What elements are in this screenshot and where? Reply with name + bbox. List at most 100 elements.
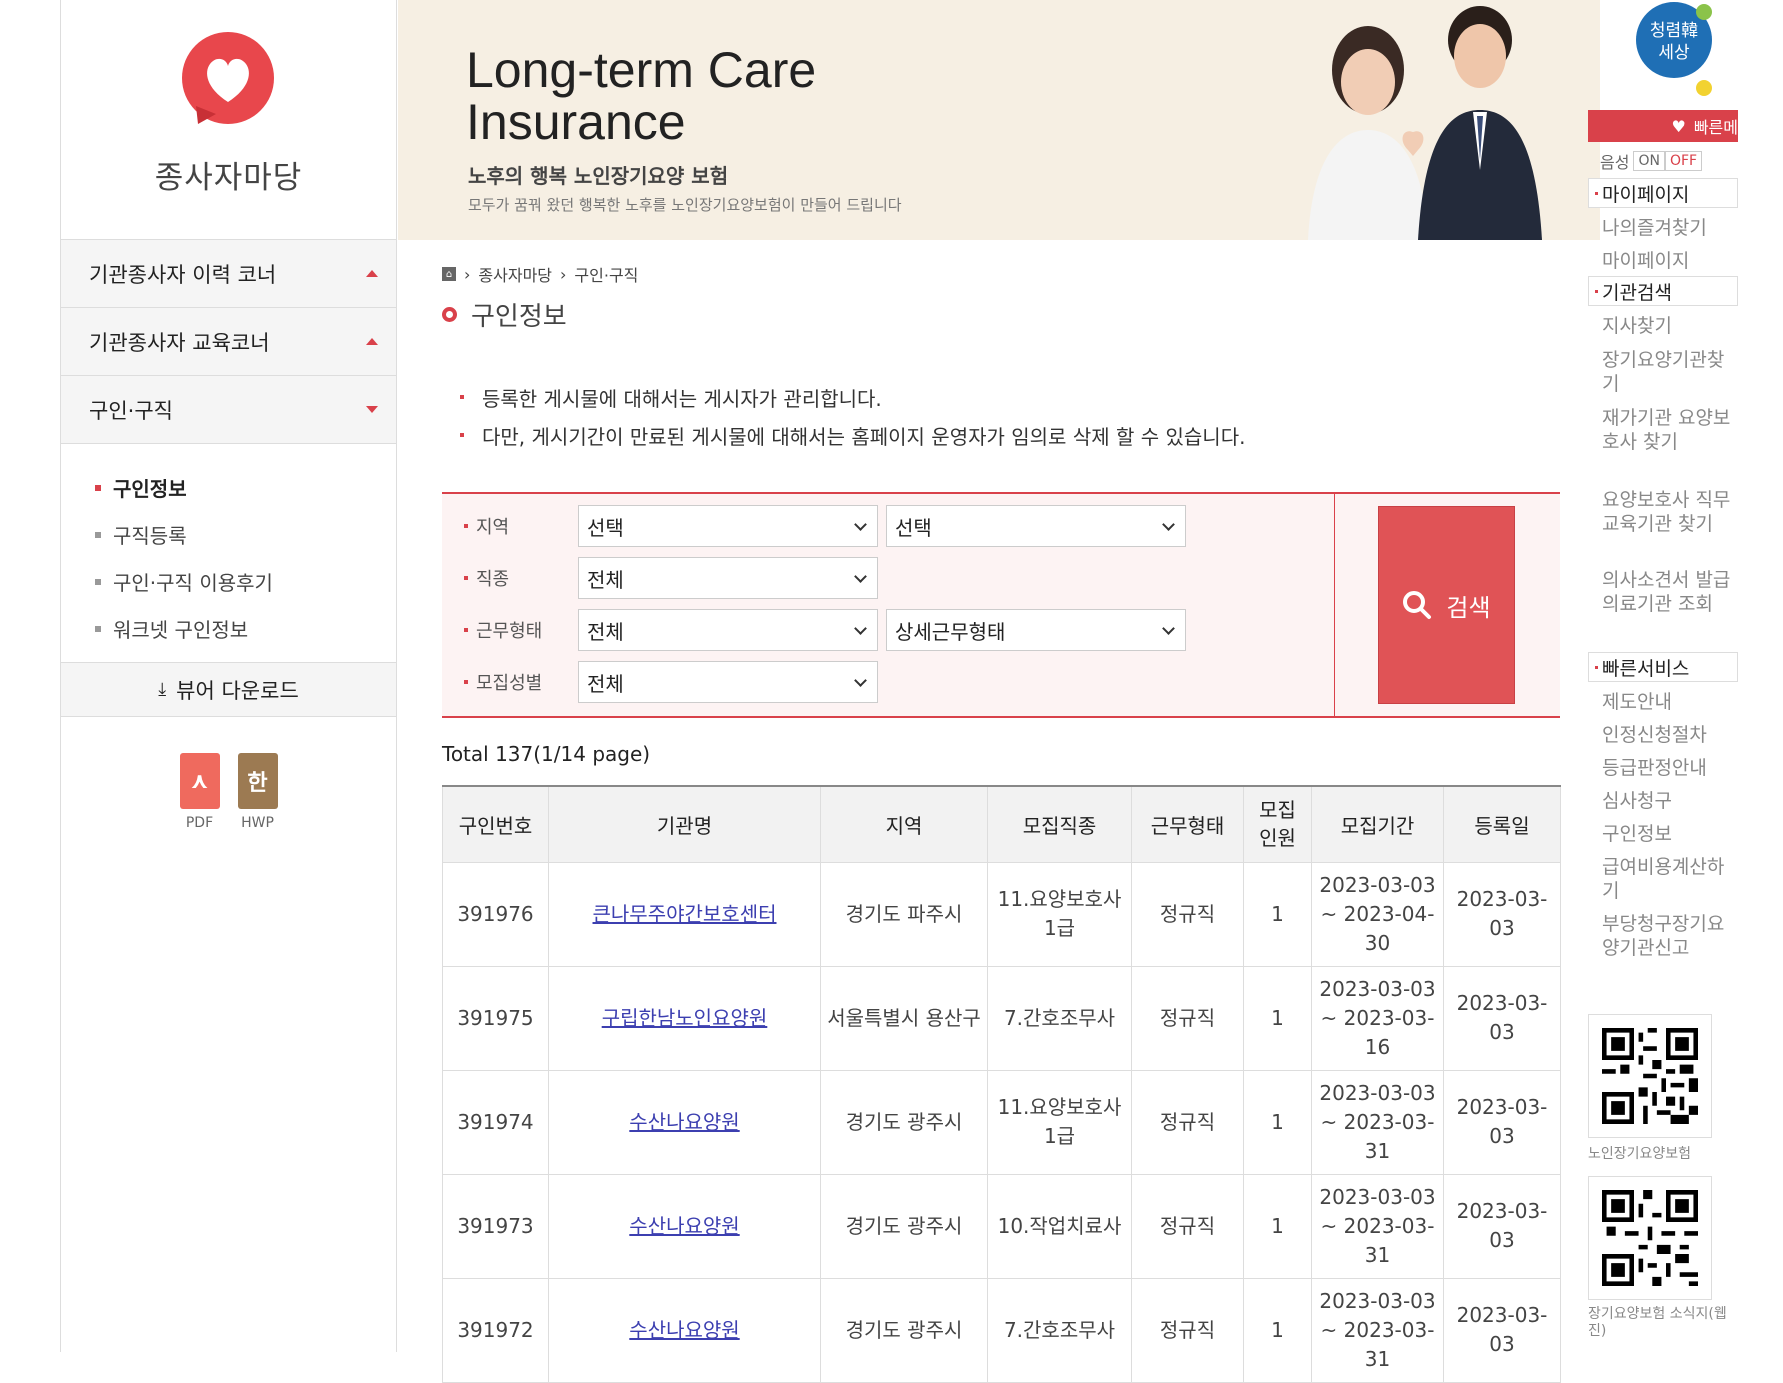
cell-period: 2023-03-03 ~ 2023-03-31 bbox=[1311, 1069, 1444, 1175]
hwp-caption: HWP bbox=[241, 815, 274, 831]
cell-period: 2023-03-03 ~ 2023-03-16 bbox=[1311, 965, 1444, 1071]
cell-reg-date: 2023-03-03 bbox=[1443, 965, 1561, 1071]
qr-code-icon bbox=[1602, 1190, 1698, 1286]
search-button-label: 검색 bbox=[1446, 593, 1491, 622]
submenu-job-info[interactable]: 구인정보 bbox=[61, 464, 396, 511]
quick-link[interactable]: 부당청구장기요양기관신고 bbox=[1602, 912, 1738, 960]
cell-reg-date: 2023-03-03 bbox=[1443, 861, 1561, 967]
institution-link[interactable]: 수산나요양원 bbox=[629, 1110, 739, 1134]
quick-link[interactable]: 요양보호사 직무교육기관 찾기 bbox=[1602, 488, 1738, 536]
cell-institution: 수산나요양원 bbox=[548, 1069, 821, 1175]
submenu-job-register[interactable]: 구직등록 bbox=[61, 511, 396, 558]
breadcrumb-item[interactable]: 종사자마당 bbox=[478, 262, 552, 286]
subregion-select[interactable]: 선택 bbox=[886, 505, 1186, 547]
work-type-select[interactable]: 전체 bbox=[578, 609, 878, 651]
quick-link[interactable]: 의사소견서 발급 의료기관 조회 bbox=[1602, 568, 1738, 616]
quick-link[interactable]: 인정신청절차 bbox=[1602, 723, 1738, 747]
voice-label: 음성 bbox=[1600, 153, 1630, 172]
notice-text: 다만, 게시기간이 만료된 게시물에 대해서는 홈페이지 운영자가 임의로 삭제… bbox=[482, 424, 1246, 449]
label-text: 모집성별 bbox=[476, 673, 543, 694]
banner-description: 모두가 꿈꿔 왔던 행복한 노후를 노인장기요양보험이 만들어 드립니다 bbox=[468, 196, 902, 214]
service-section-title: 빠른서비스 bbox=[1588, 652, 1738, 682]
institution-link[interactable]: 수산나요양원 bbox=[629, 1214, 739, 1238]
quick-link[interactable]: 장기요양기관찾기 bbox=[1602, 348, 1738, 396]
submenu-label: 구인정보 bbox=[113, 477, 187, 501]
cell-institution: 큰나무주야간보호센터 bbox=[548, 861, 821, 967]
work-type-detail-select[interactable]: 상세근무형태 bbox=[886, 609, 1186, 651]
submenu: 구인정보 구직등록 구인·구직 이용후기 워크넷 구인정보 bbox=[61, 444, 396, 663]
menu-label: 기관종사자 교육코너 bbox=[89, 330, 270, 355]
chevron-down-icon bbox=[1162, 518, 1175, 531]
download-icon: ⤓ bbox=[158, 679, 167, 700]
qr-code-ltc[interactable] bbox=[1588, 1014, 1712, 1138]
select-value: 상세근무형태 bbox=[895, 619, 1006, 644]
quick-link[interactable]: 마이페이지 bbox=[1602, 249, 1738, 273]
home-icon[interactable]: ⌂ bbox=[442, 267, 456, 281]
cell-institution: 수산나요양원 bbox=[548, 1173, 821, 1279]
submenu-worknet[interactable]: 워크넷 구인정보 bbox=[61, 605, 396, 652]
banner-title-line2: Insurance bbox=[466, 94, 686, 150]
quick-link[interactable]: 급여비용계산하기 bbox=[1602, 855, 1738, 903]
brand-area: 종사자마당 bbox=[61, 0, 396, 240]
select-value: 선택 bbox=[895, 515, 932, 540]
cell-reg-date: 2023-03-03 bbox=[1443, 1277, 1561, 1383]
institution-link[interactable]: 구립한남노인요양원 bbox=[602, 1006, 768, 1030]
qr-code-webzine[interactable] bbox=[1588, 1176, 1712, 1300]
quick-link[interactable]: 나의즐겨찾기 bbox=[1602, 216, 1738, 240]
submenu-reviews[interactable]: 구인·구직 이용후기 bbox=[61, 558, 396, 605]
breadcrumb-item[interactable]: 구인·구직 bbox=[574, 262, 638, 286]
institution-link[interactable]: 큰나무주야간보호센터 bbox=[593, 902, 777, 926]
cell-headcount: 1 bbox=[1243, 1069, 1312, 1175]
quick-link[interactable]: 재가기관 요양보호사 찾기 bbox=[1602, 406, 1738, 454]
expand-arrow-icon bbox=[366, 270, 378, 277]
heart-speech-icon[interactable] bbox=[176, 28, 280, 132]
select-value: 선택 bbox=[587, 515, 624, 540]
integrity-logo-icon[interactable]: 청렴韓 세상 bbox=[1634, 0, 1718, 96]
cell-job-type: 7.간호조무사 bbox=[987, 965, 1132, 1071]
menu-label: 구인·구직 bbox=[89, 398, 173, 423]
voice-off-button[interactable]: OFF bbox=[1664, 151, 1703, 171]
bullet-icon bbox=[464, 628, 468, 632]
table-row: 391975 구립한남노인요양원 서울특별시 용산구 7.간호조무사 정규직 1… bbox=[442, 965, 1561, 1071]
region-select[interactable]: 선택 bbox=[578, 505, 878, 547]
submenu-label: 구직등록 bbox=[113, 524, 187, 548]
bullet-icon bbox=[95, 484, 101, 491]
submenu-label: 구인·구직 이용후기 bbox=[113, 571, 273, 595]
chevron-down-icon bbox=[854, 674, 867, 687]
cell-work-type: 정규직 bbox=[1131, 1277, 1244, 1383]
bullet-icon bbox=[460, 433, 464, 437]
column-header: 모집직종 bbox=[987, 785, 1132, 863]
region-row: 지역 선택 선택 bbox=[442, 504, 1194, 548]
quick-link[interactable]: 지사찾기 bbox=[1602, 314, 1738, 338]
collapse-arrow-icon bbox=[366, 406, 378, 413]
cell-job-number: 391972 bbox=[442, 1277, 549, 1383]
voice-on-button[interactable]: ON bbox=[1633, 151, 1665, 171]
menu-job-corner[interactable]: 구인·구직 bbox=[61, 376, 396, 444]
hwp-viewer-link[interactable]: 한 HWP bbox=[237, 753, 278, 831]
quick-link[interactable]: 구인정보 bbox=[1602, 822, 1738, 846]
quick-link[interactable]: 제도안내 bbox=[1602, 690, 1738, 714]
quick-link[interactable]: 등급판정안내 bbox=[1602, 756, 1738, 780]
viewer-download-button[interactable]: ⤓ 뷰어 다운로드 bbox=[61, 663, 396, 717]
menu-career-corner[interactable]: 기관종사자 이력 코너 bbox=[61, 240, 396, 308]
gender-select[interactable]: 전체 bbox=[578, 661, 878, 703]
institution-link[interactable]: 수산나요양원 bbox=[629, 1318, 739, 1342]
viewer-icons: ⋏ PDF 한 HWP bbox=[61, 753, 396, 831]
menu-education-corner[interactable]: 기관종사자 교육코너 bbox=[61, 308, 396, 376]
quick-menu-title: 빠른메 bbox=[1693, 118, 1738, 137]
label-text: 근무형태 bbox=[476, 621, 543, 642]
pdf-viewer-link[interactable]: ⋏ PDF bbox=[179, 753, 220, 831]
quick-link[interactable]: 심사청구 bbox=[1602, 789, 1738, 813]
page-title-text: 구인정보 bbox=[471, 302, 567, 332]
submenu-label: 워크넷 구인정보 bbox=[113, 618, 249, 642]
cell-work-type: 정규직 bbox=[1131, 965, 1244, 1071]
job-select[interactable]: 전체 bbox=[578, 557, 878, 599]
column-header: 근무형태 bbox=[1131, 785, 1244, 863]
notice-item: 다만, 게시기간이 만료된 게시물에 대해서는 홈페이지 운영자가 임의로 삭제… bbox=[460, 416, 1245, 454]
notice-item: 등록한 게시물에 대해서는 게시자가 관리합니다. bbox=[460, 378, 1245, 416]
quick-menu-header[interactable]: ♥ 빠른메 bbox=[1588, 110, 1738, 142]
work-type-row: 근무형태 전체 상세근무형태 bbox=[442, 608, 1194, 652]
bullet-icon bbox=[1595, 665, 1598, 669]
search-button[interactable]: 검색 bbox=[1378, 506, 1515, 704]
brand-name[interactable]: 종사자마당 bbox=[61, 152, 396, 197]
